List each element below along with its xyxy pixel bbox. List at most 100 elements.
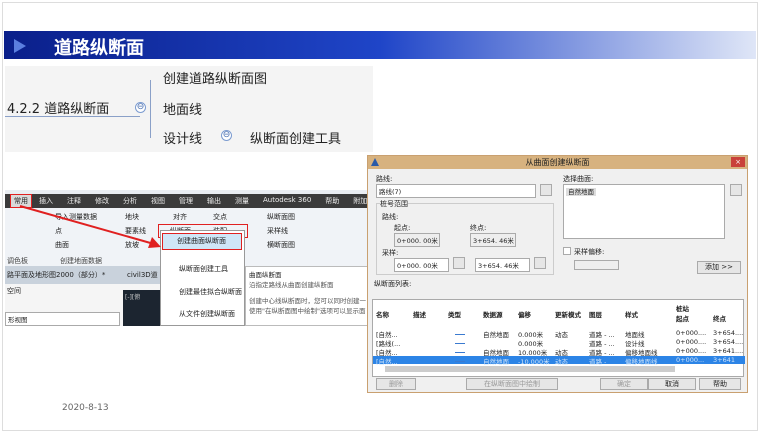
mind-root: 4.2.2 道路纵断面 [7,102,110,117]
panel-title: 空间 [7,287,21,295]
col-header[interactable]: 终点 [713,313,726,323]
app-logo-icon [371,158,379,166]
table-cell: 0+000.... [676,329,707,337]
pick-station-button[interactable] [453,257,465,269]
ok-button[interactable]: 确定 [600,378,648,390]
collapse-icon[interactable]: ⊖ [135,102,146,113]
menu-item[interactable]: 帮助 [318,194,346,208]
table-row[interactable]: [自然... 自然地面 0.000米 动态 道路 - ... 地面线 0+000.... 3+… [373,329,745,339]
col-header[interactable]: 名称 [376,309,389,319]
alignment-sub-label: 路线: [382,213,399,221]
pick-alignment-button[interactable] [540,184,552,196]
table-cell: 道路 - [589,358,607,366]
profile-type-icon [455,356,465,362]
tooltip-title: 曲面纵断面 [249,271,282,279]
start-station: 0+000. 00米 [394,233,440,247]
draw-in-profile-view-button[interactable]: 在纵断面图中绘制 [466,378,558,390]
doc-tab[interactable]: civil3D道 [127,270,158,280]
table-row[interactable]: [自然... 自然地面 -10.000米 动态 道路 - 偏移地面线 0+000... 3+6… [373,356,745,366]
bullet-triangle-icon [14,39,26,53]
col-header[interactable]: 图层 [589,309,602,319]
station-range-label: 桩号范围 [380,199,408,209]
group-label: 创建地面数据 [60,257,102,265]
menu-create-surface-profile[interactable]: 创建曲面纵断面 [162,233,242,250]
mind-node: 设计线 [163,132,203,147]
dialog-title: 从曲面创建纵断面 [525,158,590,167]
col-header[interactable]: 更新模式 [555,309,581,319]
red-arrow-icon [19,205,161,248]
close-button[interactable]: × [731,157,745,167]
menu-item[interactable]: 输出 [200,194,228,208]
table-row[interactable]: [自然... 自然地面 10.000米 动态 道路 - ... 偏移地面线 0+000...… [373,347,745,357]
surface-item[interactable]: 自然地面 [566,188,596,196]
table-cell: [自然... [376,358,398,366]
ribbon-item[interactable]: 纵断面图 [267,212,295,222]
tooltip-text: 使用"在纵断面图中绘制"选项可以显示面 [249,307,366,315]
profile-dropdown: 创建曲面纵断面 纵断面创建工具 创建最佳拟合纵断面 从文件创建纵断面 [160,230,245,326]
add-button[interactable]: 添加 >> [697,261,741,274]
col-header[interactable]: 样式 [625,309,638,319]
alignment-label: 路线: [376,175,393,183]
menu-item[interactable]: 测量 [228,194,256,208]
table-cell: 3+654.... [713,329,744,337]
table-cell: 自然地面 [483,358,509,366]
pick-station-button[interactable] [534,257,546,269]
collapse-icon[interactable]: ⊖ [221,130,232,141]
table-row[interactable]: [路线(... 0.000米 道路 - ... 设计线 0+000.... 3+654..… [373,338,745,348]
table-cell: 3+641 [713,356,735,364]
profile-type-icon [455,329,465,335]
pick-surface-button[interactable] [730,184,742,196]
sample-start-input[interactable]: 0+000. 00米 [394,258,449,272]
profile-list-table: 名称 描述 类型 数据源 偏移 更新模式 图层 样式 桩站 起点 终点 [自然.… [372,299,745,377]
doc-tab[interactable]: 路平面及地形图2000（部分）* [7,270,105,280]
slide-date: 2020-8-13 [62,403,109,413]
ribbon-item[interactable]: 对齐 [173,212,187,222]
mind-node: 地面线 [163,103,203,118]
col-header[interactable]: 数据源 [483,309,503,319]
menu-item[interactable]: 管理 [172,194,200,208]
tooltip-text: 创建中心线纵断面时，您可以同时创建一 [249,297,366,305]
col-header[interactable]: 起点 [676,313,689,323]
mind-map: 4.2.2 道路纵断面 ⊖ 创建道路纵断面图 地面线 设计线 ⊖ 纵断面创建工具 [5,66,373,152]
ribbon-item[interactable]: 采样线 [267,226,288,236]
menu-profile-tools[interactable]: 纵断面创建工具 [165,265,228,274]
col-header[interactable]: 偏移 [518,309,531,319]
table-header: 名称 描述 类型 数据源 偏移 更新模式 图层 样式 桩站 起点 终点 [373,303,745,323]
cancel-button[interactable]: 取消 [648,378,696,390]
col-header[interactable]: 类型 [448,309,461,319]
slide-title: 道路纵断面 [54,38,144,59]
table-cell: 0+000.... [676,347,707,355]
tooltip: 曲面纵断面 沿指定路线从曲面创建纵断面 创建中心线纵断面时，您可以同时创建一 使… [245,266,370,326]
ribbon-item[interactable]: 横断面图 [267,240,295,250]
end-station: 3+654. 46米 [470,233,516,247]
mind-node: 纵断面创建工具 [250,132,342,147]
horizontal-scrollbar[interactable] [385,366,675,372]
connector [150,80,151,138]
delete-button[interactable]: 删除 [376,378,416,390]
table-cell: -10.000米 [518,358,550,366]
sample-offset-checkbox[interactable] [563,247,571,255]
slide-title-bar: 道路纵断面 [4,31,756,59]
menu-profile-from-file[interactable]: 从文件创建纵断面 [165,310,235,319]
surface-label: 选择曲面: [563,175,594,183]
offset-input[interactable] [574,260,619,270]
table-cell: 偏移地面线 [625,358,658,366]
menu-item[interactable]: Autodesk 360 [256,194,318,208]
table-cell: 3+654.... [713,338,744,346]
sample-end-input[interactable]: 3+654. 46米 [475,258,530,272]
end-label: 终点: [470,224,487,232]
menu-best-fit-profile[interactable]: 创建最佳拟合纵断面 [165,288,242,297]
mind-node: 创建道路纵断面图 [163,72,268,87]
sample-offset-label: 采样偏移: [574,248,605,256]
view-select[interactable]: 形视图 [5,312,120,326]
col-header[interactable]: 桩站 [676,303,689,313]
create-profile-dialog: 从曲面创建纵断面 × 路线: 路线(7) 桩号范围 路线: 起点: 终点: 0+… [367,155,748,393]
dialog-titlebar: 从曲面创建纵断面 × [368,156,747,169]
col-header[interactable]: 描述 [413,309,426,319]
table-cell: 0+000... [676,356,705,364]
table-cell: 3+641.... [713,347,744,355]
alignment-select[interactable]: 路线(7) [376,184,536,198]
ribbon-item[interactable]: 交点 [213,212,227,222]
surface-list[interactable]: 自然地面 [563,184,725,239]
help-button[interactable]: 帮助 [699,378,741,390]
